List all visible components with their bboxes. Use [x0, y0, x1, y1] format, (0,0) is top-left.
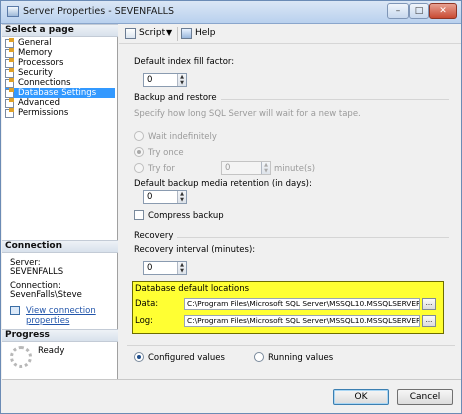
select-page-header: Select a page: [2, 24, 118, 37]
server-value: SEVENFALLS: [10, 267, 64, 277]
minimize-button[interactable]: –: [387, 3, 409, 19]
sidebar-item-label: Permissions: [18, 108, 69, 118]
try-once-label: Try once: [148, 148, 184, 158]
page-icon: [5, 98, 15, 108]
wait-indefinitely-radio[interactable]: [134, 131, 144, 141]
spin-arrows-icon[interactable]: ▲ ▼: [177, 191, 186, 203]
view-connection-properties-link[interactable]: View connection properties: [26, 306, 117, 326]
retention-value: 0: [147, 192, 153, 202]
try-for-label: Try for: [148, 164, 175, 174]
toolbar-divider: [177, 27, 178, 41]
page-icon: [5, 58, 15, 68]
try-once-radio[interactable]: [134, 147, 144, 157]
minutes-unit-label: minute(s): [274, 164, 316, 174]
database-settings-panel: Default index fill factor: 0 ▲ ▼ Backup an…: [119, 45, 461, 379]
sidebar-item-label: Processors: [18, 58, 64, 68]
fill-factor-label: Default index fill factor:: [134, 57, 235, 67]
server-properties-window: Server Properties - SEVENFALLS – □ ✕ Sel…: [0, 0, 462, 414]
progress-spinner-icon: [10, 346, 32, 368]
sidebar-item-label: Advanced: [18, 98, 60, 108]
progress-header: Progress: [2, 329, 118, 342]
connection-header: Connection: [2, 240, 118, 253]
try-for-stepper[interactable]: 0 ▲ ▼: [221, 161, 271, 175]
connection-value: SevenFalls\Steve: [10, 290, 82, 300]
spin-arrows-icon[interactable]: ▲ ▼: [177, 262, 186, 274]
running-values-label: Running values: [268, 353, 334, 363]
fill-factor-stepper[interactable]: 0 ▲ ▼: [143, 73, 187, 87]
window-icon: [7, 6, 19, 17]
spin-arrows-icon[interactable]: ▲ ▼: [261, 162, 270, 174]
recovery-interval-stepper[interactable]: 0 ▲ ▼: [143, 261, 187, 275]
data-path-label: Data:: [135, 299, 159, 309]
page-icon: [5, 108, 15, 118]
locations-header: Database default locations: [135, 284, 250, 294]
compress-backup-checkbox[interactable]: [134, 210, 144, 220]
try-for-radio[interactable]: [134, 163, 144, 173]
progress-status: Ready: [38, 346, 65, 356]
page-icon: [5, 78, 15, 88]
retention-label: Default backup media retention (in days)…: [134, 179, 312, 189]
log-path-label: Log:: [135, 316, 154, 326]
sidebar-item-database-settings[interactable]: Database Settings: [5, 88, 115, 98]
script-icon: [125, 28, 136, 39]
sidebar: Select a page General Memory Processors …: [2, 24, 118, 379]
sidebar-item-memory[interactable]: Memory: [5, 48, 115, 58]
backup-restore-header: Backup and restore: [134, 93, 217, 103]
sidebar-item-general[interactable]: General: [5, 38, 115, 48]
data-path-input[interactable]: C:\Program Files\Microsoft SQL Server\MS…: [184, 298, 420, 310]
sidebar-item-label: Connections: [18, 78, 71, 88]
recovery-interval-value: 0: [147, 263, 153, 273]
database-default-locations-box: Database default locations Data: C:\Prog…: [132, 281, 444, 334]
script-button[interactable]: Script: [139, 28, 165, 38]
cancel-button[interactable]: Cancel: [397, 389, 453, 405]
wait-indefinitely-label: Wait indefinitely: [148, 132, 217, 142]
close-button[interactable]: ✕: [429, 3, 457, 19]
section-divider: [221, 99, 449, 100]
sidebar-item-label: Security: [18, 68, 53, 78]
window-title: Server Properties - SEVENFALLS: [23, 6, 174, 17]
sidebar-item-permissions[interactable]: Permissions: [5, 108, 115, 118]
recovery-interval-label: Recovery interval (minutes):: [134, 245, 256, 255]
spin-arrows-icon[interactable]: ▲ ▼: [177, 74, 186, 86]
section-divider: [177, 237, 449, 238]
page-icon: [5, 48, 15, 58]
sidebar-item-security[interactable]: Security: [5, 68, 115, 78]
try-for-value: 0: [225, 163, 231, 173]
ok-button[interactable]: OK: [333, 389, 389, 405]
sidebar-item-label: Memory: [18, 48, 53, 58]
chevron-down-icon[interactable]: ▼: [166, 28, 172, 37]
data-browse-button[interactable]: ...: [422, 298, 436, 310]
sidebar-item-connections[interactable]: Connections: [5, 78, 115, 88]
configured-values-label: Configured values: [148, 353, 225, 363]
compress-backup-label: Compress backup: [148, 211, 224, 221]
help-button[interactable]: Help: [195, 28, 216, 38]
retention-stepper[interactable]: 0 ▲ ▼: [143, 190, 187, 204]
running-values-radio[interactable]: [254, 352, 264, 362]
recovery-header: Recovery: [134, 231, 174, 241]
toolbar: Script ▼ Help: [119, 24, 461, 44]
title-bar[interactable]: Server Properties - SEVENFALLS – □ ✕: [1, 1, 461, 24]
log-path-input[interactable]: C:\Program Files\Microsoft SQL Server\MS…: [184, 315, 420, 327]
sidebar-item-advanced[interactable]: Advanced: [5, 98, 115, 108]
configured-values-radio[interactable]: [134, 352, 144, 362]
dialog-footer: OK Cancel: [2, 379, 461, 413]
connection-properties-icon: [10, 306, 20, 315]
backup-description: Specify how long SQL Server will wait fo…: [134, 109, 361, 119]
page-icon: [5, 68, 15, 78]
help-icon: [181, 28, 192, 39]
sidebar-item-processors[interactable]: Processors: [5, 58, 115, 68]
page-icon: [5, 38, 15, 48]
fill-factor-value: 0: [147, 75, 153, 85]
page-icon: [5, 88, 15, 98]
log-browse-button[interactable]: ...: [422, 315, 436, 327]
sidebar-item-label: Database Settings: [18, 88, 97, 98]
section-divider: [127, 345, 455, 346]
sidebar-item-label: General: [18, 38, 52, 48]
maximize-button[interactable]: □: [409, 3, 429, 19]
